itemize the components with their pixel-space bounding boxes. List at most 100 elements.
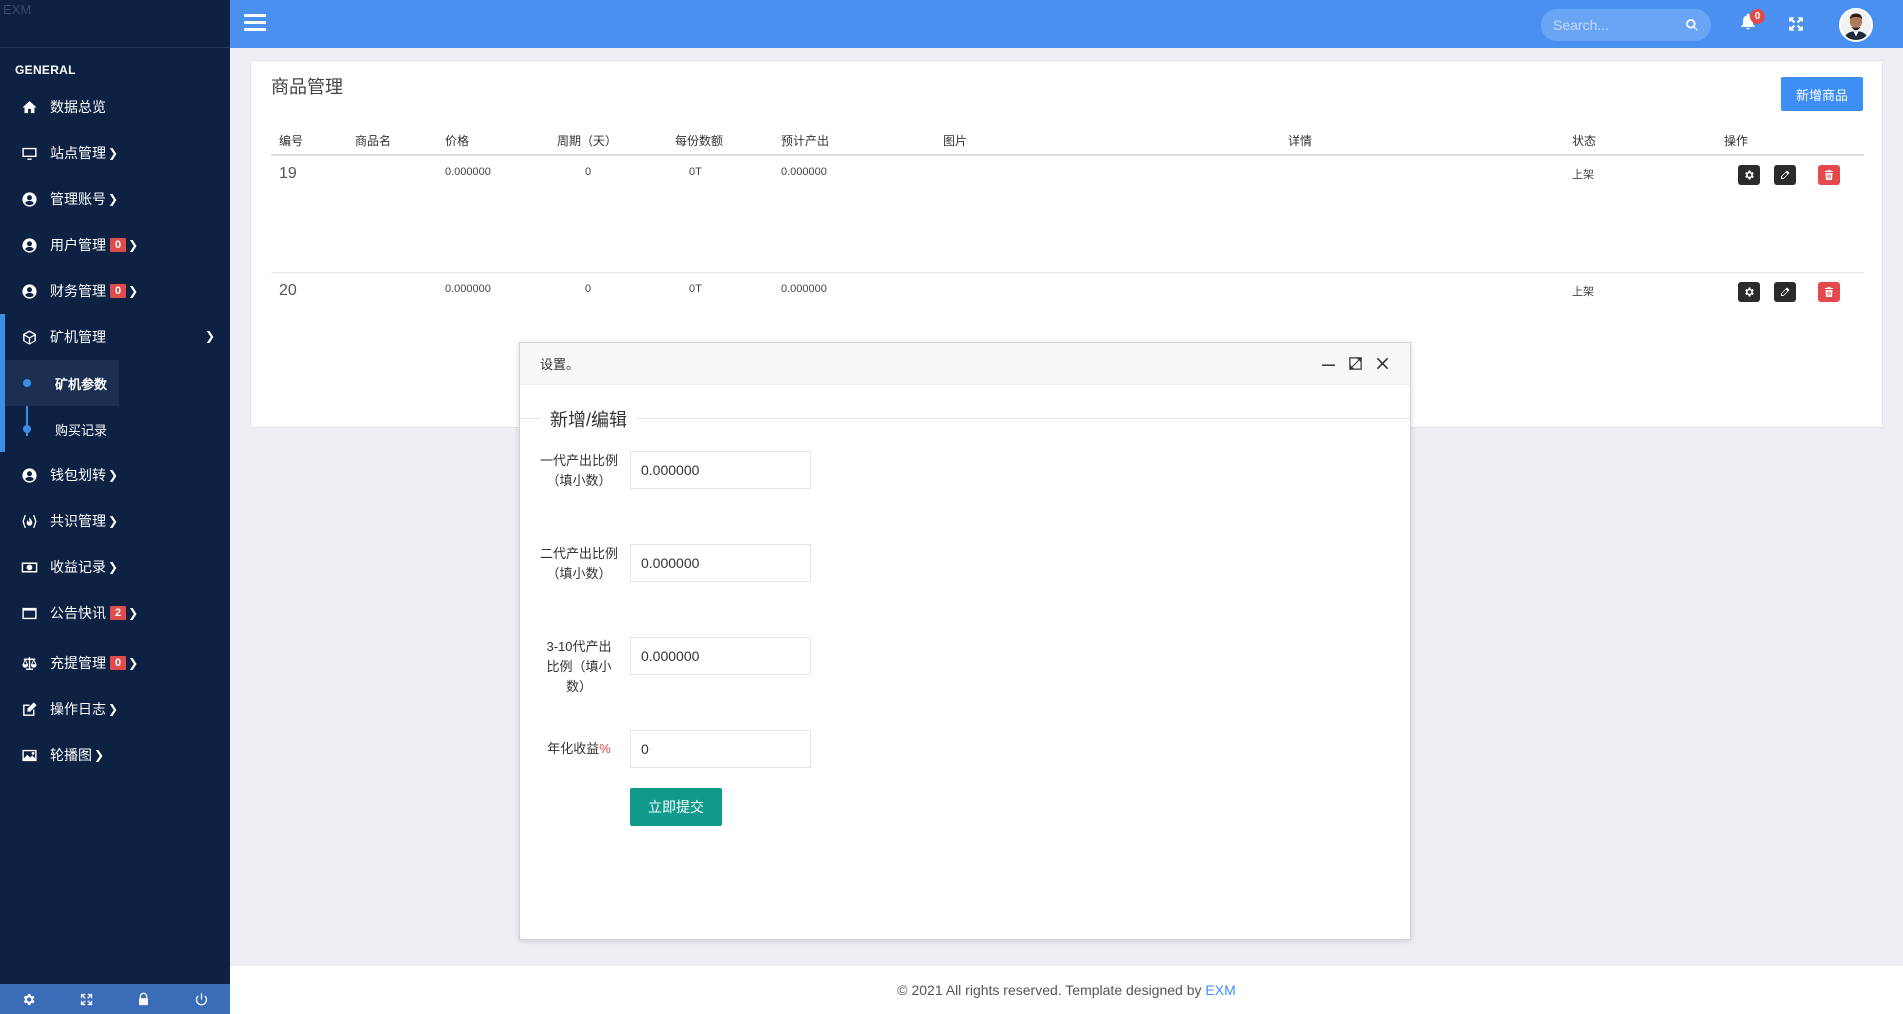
column-header: 编号 [271, 127, 347, 156]
form-row: 年化收益% [540, 730, 811, 768]
chevron-right-icon: ❯ [108, 514, 119, 528]
chevron-right-icon: ❯ [108, 702, 119, 716]
form-row: 二代产出比例（填小数） [540, 544, 811, 584]
settings-row-button[interactable] [1738, 281, 1760, 302]
trash-icon [1825, 286, 1833, 297]
cell-id: 19 [271, 155, 347, 273]
chevron-down-icon: ❯ [204, 329, 215, 343]
cell-amount: 0T [689, 282, 702, 295]
cell-cycle: 0 [585, 282, 592, 295]
count-badge: 2 [110, 606, 127, 620]
cell-status: 上架 [1564, 155, 1716, 273]
user-circle-icon [20, 190, 38, 208]
search-box [1541, 9, 1711, 41]
table-row: 19 0.000000 0 0T 0.000000 上架 [271, 155, 1864, 273]
user-avatar[interactable] [1839, 8, 1873, 42]
window-icon [20, 604, 38, 622]
sidebar-item-dashboard[interactable]: 数据总览 [0, 84, 230, 130]
pencil-icon [1781, 287, 1790, 296]
cell-name [347, 272, 437, 322]
user-circle-icon [20, 466, 38, 484]
chevron-right-icon: ❯ [108, 468, 119, 482]
sidebar-item-accounts[interactable]: 管理账号 ❯ [0, 176, 230, 222]
table-row: 20 0.000000 0 0T 0.000000 上架 [271, 272, 1864, 322]
add-product-button[interactable]: 新增商品 [1781, 77, 1863, 111]
product-table: 编号 商品名 价格 周期（天） 每份数额 预计产出 图片 详情 状态 操作 19… [271, 127, 1864, 322]
field-label: 3-10代产出比例（填小数） [546, 639, 612, 694]
settings-button[interactable] [0, 984, 58, 1014]
modal-title: 设置。 [540, 357, 580, 372]
gear-icon [1745, 287, 1754, 296]
lock-button[interactable] [115, 984, 173, 1014]
gen-3-10-ratio-input[interactable] [630, 637, 811, 675]
field-label: 年化收益% [547, 741, 611, 756]
sidebar-item-carousel[interactable]: 轮播图 ❯ [0, 732, 230, 778]
column-header: 每份数额 [667, 127, 773, 156]
topbar: 0 [230, 0, 1903, 48]
submit-button[interactable]: 立即提交 [630, 788, 722, 826]
chevron-right-icon: ❯ [108, 146, 119, 160]
column-header: 商品名 [347, 127, 437, 156]
field-label: 一代产出比例（填小数） [540, 453, 619, 488]
copyright-text: © 2021 All rights reserved. Template des… [897, 982, 1206, 998]
notifications-button[interactable]: 0 [1738, 9, 1765, 34]
scale-icon [20, 654, 38, 672]
chevron-right-icon: ❯ [94, 748, 105, 762]
delete-row-button[interactable] [1818, 281, 1840, 302]
sidebar-item-wallet-transfer[interactable]: 钱包划转 ❯ [0, 452, 230, 498]
sidebar-item-announcements[interactable]: 公告快讯 2 ❯ [0, 590, 230, 636]
sidebar-subitem-purchase-records[interactable]: 购买记录 [5, 406, 230, 452]
fullscreen-toggle[interactable] [1787, 15, 1805, 33]
column-header: 详情 [1280, 127, 1564, 156]
first-gen-ratio-input[interactable] [630, 451, 811, 489]
gear-icon [24, 993, 35, 1005]
fire-icon [20, 512, 38, 530]
chevron-right-icon: ❯ [128, 238, 139, 252]
column-header: 预计产出 [773, 127, 935, 156]
sidebar-item-deposit-withdraw[interactable]: 充提管理 0 ❯ [0, 640, 230, 686]
annual-yield-input[interactable] [630, 730, 811, 768]
maximize-icon[interactable] [1348, 356, 1363, 371]
fullscreen-button[interactable] [58, 984, 116, 1014]
footer-link[interactable]: EXM [1205, 982, 1235, 998]
cell-status: 上架 [1572, 285, 1594, 298]
cell-detail [1280, 155, 1564, 273]
chevron-right-icon: ❯ [128, 656, 139, 670]
form-legend: 新增/编辑 [540, 406, 638, 432]
cell-actions [1716, 155, 1864, 273]
logout-button[interactable] [173, 984, 231, 1014]
menu-toggle-icon[interactable] [244, 14, 266, 34]
count-badge: 0 [110, 284, 127, 298]
settings-modal: 设置。 新增/编辑 一代产出比例（填小数） 二代产出比例（填小数） 3-10代产… [519, 342, 1411, 940]
pencil-icon [1781, 170, 1790, 179]
edit-row-button[interactable] [1774, 165, 1796, 185]
cell-image [935, 155, 1280, 273]
sidebar-item-finance[interactable]: 财务管理 0 ❯ [0, 268, 230, 314]
close-icon[interactable] [1375, 356, 1390, 371]
delete-row-button[interactable] [1818, 165, 1840, 185]
settings-row-button[interactable] [1738, 165, 1760, 185]
sidebar-item-site[interactable]: 站点管理 ❯ [0, 130, 230, 176]
cell-detail [1280, 272, 1564, 322]
user-circle-icon [20, 282, 38, 300]
sidebar-item-users[interactable]: 用户管理 0 ❯ [0, 222, 230, 268]
minimize-icon[interactable] [1321, 356, 1336, 371]
money-icon [20, 558, 38, 576]
cube-icon [20, 328, 38, 346]
search-icon[interactable] [1685, 18, 1699, 32]
sidebar-item-consensus[interactable]: 共识管理 ❯ [0, 498, 230, 544]
column-header: 图片 [935, 127, 1280, 156]
cell-name [347, 155, 437, 273]
field-label: 二代产出比例（填小数） [540, 546, 619, 581]
sidebar-item-earnings[interactable]: 收益记录 ❯ [0, 544, 230, 590]
cell-actions [1716, 272, 1864, 322]
cell-id: 20 [279, 281, 297, 299]
edit-icon [20, 700, 38, 718]
search-input[interactable] [1553, 17, 1673, 33]
sidebar-item-miners[interactable]: 矿机管理 ❯ [0, 314, 230, 360]
edit-row-button[interactable] [1774, 281, 1796, 302]
sidebar-item-operation-log[interactable]: 操作日志 ❯ [0, 686, 230, 732]
expand-icon [80, 993, 92, 1005]
sidebar-subitem-miner-params[interactable]: 矿机参数 [5, 360, 119, 406]
second-gen-ratio-input[interactable] [630, 544, 811, 582]
